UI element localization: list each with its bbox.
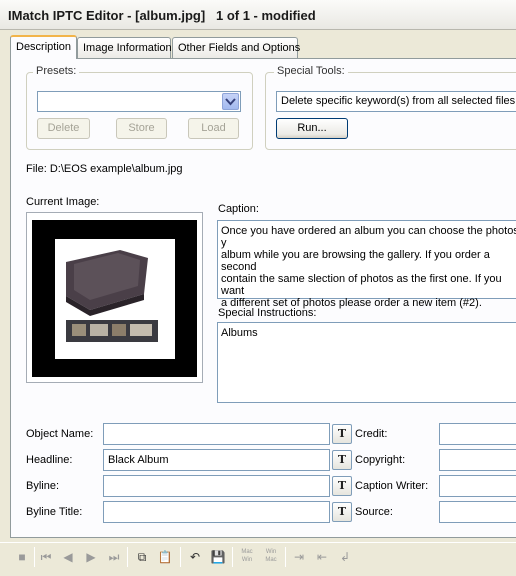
byline-type-button[interactable]: T: [332, 476, 352, 496]
object-name-label: Object Name:: [26, 428, 94, 440]
byline-title-label: Byline Title:: [26, 506, 83, 518]
copyright-label: Copyright:: [355, 454, 406, 466]
tab-other-fields-options[interactable]: Other Fields and Options: [172, 37, 300, 58]
next-icon[interactable]: ▶: [82, 548, 100, 566]
insert-icon[interactable]: ↲: [336, 548, 354, 566]
source-field[interactable]: [439, 501, 516, 523]
export-icon[interactable]: ⇤: [313, 548, 331, 566]
preset-delete-button[interactable]: Delete: [37, 118, 90, 139]
source-label: Source:: [355, 506, 393, 518]
run-button[interactable]: Run...: [276, 118, 348, 139]
headline-field[interactable]: Black Album: [103, 449, 330, 471]
save-icon[interactable]: 💾: [209, 548, 227, 566]
stop-icon[interactable]: ■: [13, 548, 31, 566]
file-path: File: D:\EOS example\album.jpg: [26, 163, 183, 175]
caption-textarea[interactable]: Once you have ordered an album you can c…: [217, 220, 516, 309]
byline-field[interactable]: [103, 475, 330, 497]
credit-field[interactable]: [439, 423, 516, 445]
toolbar-separator: [180, 547, 181, 567]
previous-icon[interactable]: ◀: [59, 548, 77, 566]
presets-combo[interactable]: [37, 91, 241, 112]
byline-label: Byline:: [26, 480, 60, 492]
preset-load-button[interactable]: Load: [188, 118, 239, 139]
toolbar-separator: [127, 547, 128, 567]
caption-writer-field[interactable]: [439, 475, 516, 497]
first-icon[interactable]: ⏮: [37, 548, 55, 566]
special-tools-combo-value: Delete specific keyword(s) from all sele…: [281, 95, 516, 107]
bottom-toolbar: [0, 542, 516, 576]
object-name-type-button[interactable]: T: [332, 424, 352, 444]
copy-icon[interactable]: ⧉: [133, 548, 151, 566]
caption-label: Caption:: [218, 203, 259, 215]
last-icon[interactable]: ⏭: [105, 548, 123, 566]
byline-title-type-button[interactable]: T: [332, 502, 352, 522]
toolbar-separator: [34, 547, 35, 567]
headline-type-button[interactable]: T: [332, 450, 352, 470]
caption-text: Once you have ordered an album you can c…: [221, 225, 516, 309]
chevron-down-icon[interactable]: [222, 93, 239, 110]
credit-label: Credit:: [355, 428, 388, 440]
headline-label: Headline:: [26, 454, 73, 466]
tab-description[interactable]: Description: [10, 35, 77, 59]
paste-icon[interactable]: 📋: [156, 548, 174, 566]
caption-writer-label: Caption Writer:: [355, 480, 429, 492]
undo-icon[interactable]: ↶: [186, 548, 204, 566]
title-bar: IMatch IPTC Editor - [album.jpg] 1 of 1 …: [0, 0, 516, 30]
window-title: IMatch IPTC Editor - [album.jpg] 1 of 1 …: [8, 8, 316, 23]
special-instructions-text: Albums: [221, 327, 258, 339]
special-instructions-textarea[interactable]: Albums: [217, 322, 516, 403]
current-image-label: Current Image:: [26, 196, 100, 208]
toolbar-separator: [232, 547, 233, 567]
mac-win-icon[interactable]: Mac Win: [237, 548, 257, 566]
preset-store-button[interactable]: Store: [116, 118, 167, 139]
presets-legend: Presets:: [33, 65, 80, 77]
win-mac-icon[interactable]: Win Mac: [261, 548, 281, 566]
copyright-field[interactable]: [439, 449, 516, 471]
special-tools-combo[interactable]: Delete specific keyword(s) from all sele…: [276, 91, 516, 112]
byline-title-field[interactable]: [103, 501, 330, 523]
album-photo-icon: [55, 239, 175, 359]
toolbar-separator: [285, 547, 286, 567]
special-tools-legend: Special Tools:: [274, 65, 348, 77]
object-name-field[interactable]: [103, 423, 330, 445]
image-thumbnail[interactable]: [32, 220, 197, 377]
headline-value: Black Album: [108, 454, 169, 466]
special-instructions-label: Special Instructions:: [218, 307, 317, 319]
tab-image-information[interactable]: Image Information: [77, 37, 172, 58]
import-icon[interactable]: ⇥: [290, 548, 308, 566]
